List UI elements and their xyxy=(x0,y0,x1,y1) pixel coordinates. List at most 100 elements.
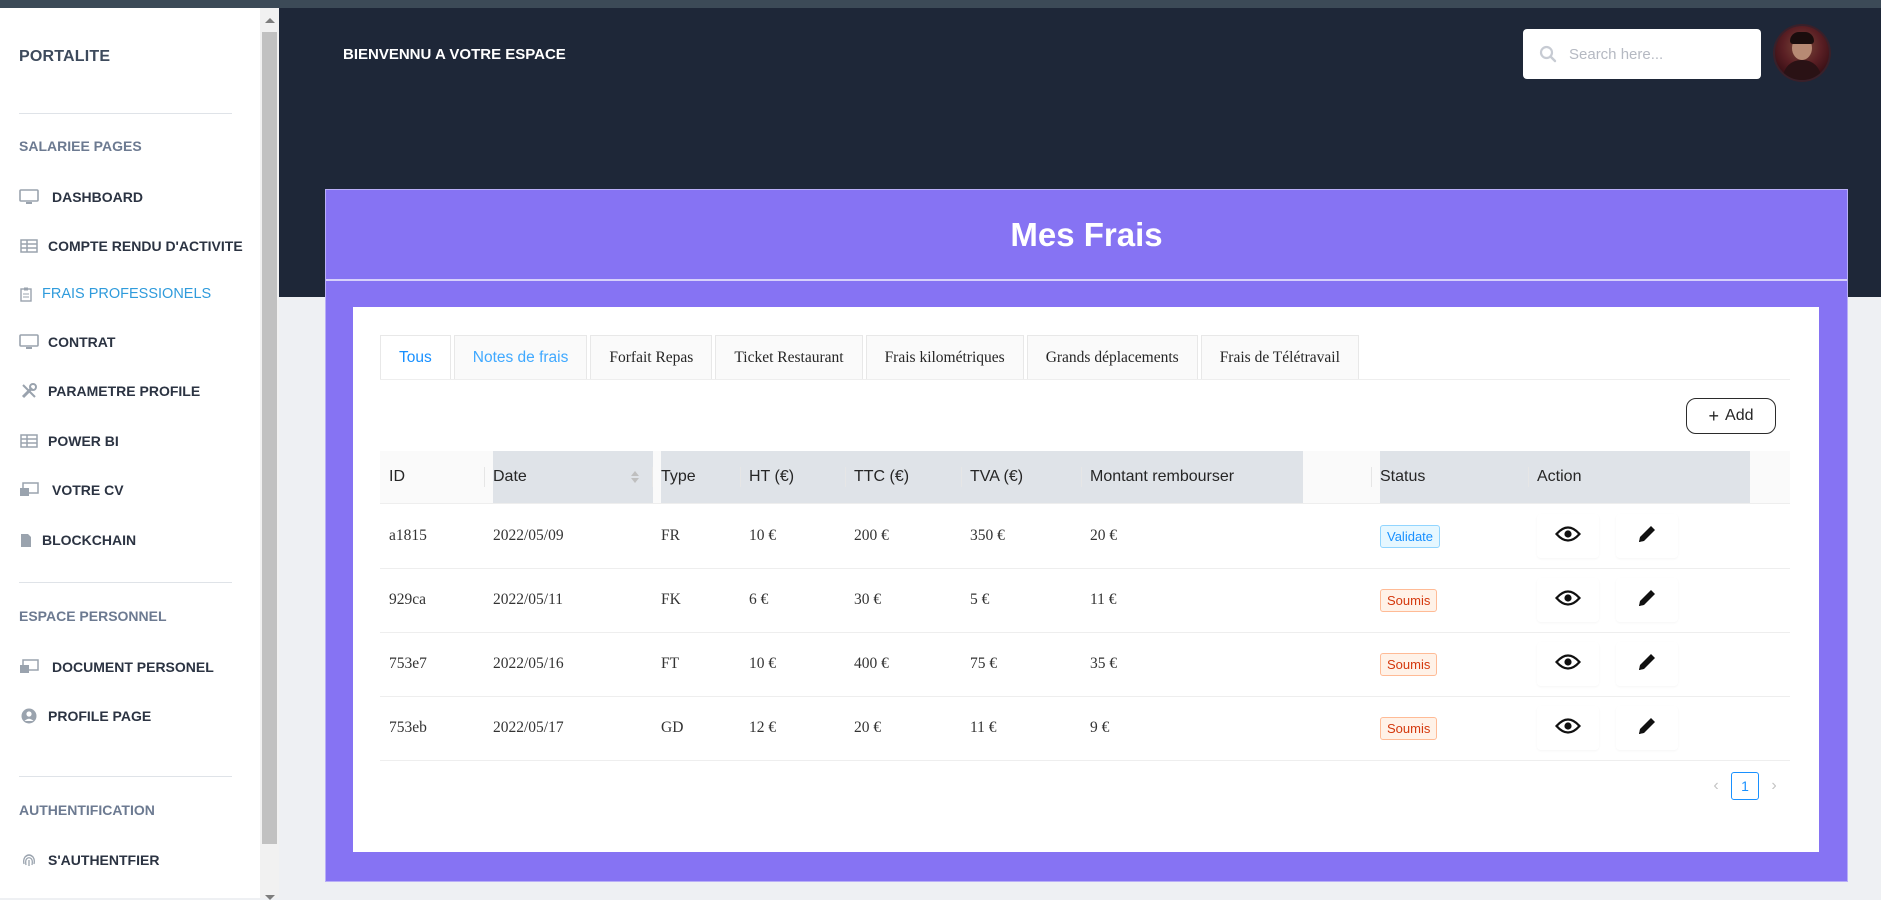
sidebar-item-document-personel[interactable]: DOCUMENT PERSONEL xyxy=(19,655,214,679)
divider xyxy=(19,776,232,777)
sidebar-item-s-authentfier[interactable]: S'AUTHENTFIER xyxy=(19,848,159,872)
sidebar-item-label: VOTRE CV xyxy=(52,482,124,498)
eye-icon xyxy=(1555,525,1581,548)
status-badge: Soumis xyxy=(1380,716,1438,740)
status-badge: Validate xyxy=(1380,524,1441,548)
sidebar-item-compte-rendu[interactable]: COMPTE RENDU D'ACTIVITE xyxy=(19,234,243,258)
cell-tva: 75 € xyxy=(970,655,998,672)
cell-ht: 10 € xyxy=(749,527,777,544)
chevron-right-icon[interactable]: › xyxy=(1763,777,1785,795)
cell-type: GD xyxy=(661,719,684,736)
pencil-icon xyxy=(1636,523,1658,550)
sidebar-item-contrat[interactable]: CONTRAT xyxy=(19,330,115,354)
cell-tva: 350 € xyxy=(970,527,1005,544)
divider xyxy=(19,582,232,583)
frais-card: Mes Frais Tous Notes de frais Forfait Re… xyxy=(325,189,1848,882)
page-title: Mes Frais xyxy=(326,190,1847,281)
sidebar-item-label: CONTRAT xyxy=(48,334,116,350)
cell-montant: 9 € xyxy=(1090,719,1110,736)
cell-date: 2022/05/16 xyxy=(493,655,564,672)
scrollbar-thumb[interactable] xyxy=(262,32,277,844)
cell-type: FK xyxy=(661,591,681,608)
section-title-authentification: AUTHENTIFICATION xyxy=(19,802,155,818)
cell-montant: 20 € xyxy=(1090,527,1118,544)
section-title-salariee: SALARIEE PAGES xyxy=(19,138,142,154)
sidebar-item-label: DASHBOARD xyxy=(52,189,143,205)
sidebar-item-label: PARAMETRE PROFILE xyxy=(48,383,201,399)
cell-tva: 11 € xyxy=(970,719,997,736)
cell-id: a1815 xyxy=(389,527,427,544)
pencil-icon xyxy=(1636,587,1658,614)
edit-button[interactable] xyxy=(1616,642,1678,686)
edit-button[interactable] xyxy=(1616,706,1678,750)
sidebar-scrollbar[interactable] xyxy=(260,8,279,900)
add-button-label: Add xyxy=(1725,407,1754,424)
cell-montant: 35 € xyxy=(1090,655,1118,672)
sidebar-item-profile-page[interactable]: PROFILE PAGE xyxy=(19,704,151,728)
status-badge: Soumis xyxy=(1380,652,1438,676)
sort-icon[interactable] xyxy=(630,469,640,490)
column-header-action: Action xyxy=(1528,451,1750,503)
table-icon xyxy=(19,237,39,255)
scroll-up-arrow-icon[interactable] xyxy=(265,18,275,23)
sidebar-item-power-bi[interactable]: POWER BI xyxy=(19,429,119,453)
tab-ticket-restaurant[interactable]: Ticket Restaurant xyxy=(715,335,863,380)
cell-ttc: 20 € xyxy=(854,719,882,736)
user-avatar[interactable] xyxy=(1775,26,1829,80)
view-button[interactable] xyxy=(1537,706,1599,750)
sidebar-item-label: S'AUTHENTFIER xyxy=(48,852,160,868)
sidebar-item-blockchain[interactable]: BLOCKCHAIN xyxy=(19,528,136,552)
cell-ttc: 30 € xyxy=(854,591,882,608)
sidebar-item-label: PROFILE PAGE xyxy=(48,708,152,724)
cell-ttc: 400 € xyxy=(854,655,889,672)
page-number-current[interactable]: 1 xyxy=(1731,772,1759,800)
add-button[interactable]: + Add xyxy=(1686,398,1776,434)
eye-icon xyxy=(1555,653,1581,676)
column-header-date[interactable]: Date xyxy=(484,451,653,503)
column-header-montant: Montant rembourser xyxy=(1081,451,1303,503)
tab-forfait-repas[interactable]: Forfait Repas xyxy=(590,335,713,380)
edit-button[interactable] xyxy=(1616,514,1678,558)
view-button[interactable] xyxy=(1537,642,1599,686)
eye-icon xyxy=(1555,717,1581,740)
view-button[interactable] xyxy=(1537,514,1599,558)
fingerprint-icon xyxy=(19,851,39,869)
cell-type: FT xyxy=(661,655,680,672)
brand-logo[interactable]: PORTALITE xyxy=(19,48,110,66)
user-circle-icon xyxy=(19,707,39,725)
table-header: ID Date Type HT (€) TTC (€) TVA (€) Mont… xyxy=(380,451,1790,504)
sidebar-item-votre-cv[interactable]: VOTRE CV xyxy=(19,478,124,502)
tab-tous[interactable]: Tous xyxy=(380,335,451,380)
sidebar: PORTALITE SALARIEE PAGES DASHBOARD COMPT… xyxy=(0,8,260,898)
tab-frais-kilometriques[interactable]: Frais kilométriques xyxy=(865,335,1024,380)
cell-ht: 12 € xyxy=(749,719,777,736)
chevron-left-icon[interactable]: ‹ xyxy=(1705,777,1727,795)
pencil-icon xyxy=(1636,715,1658,742)
edit-button[interactable] xyxy=(1616,578,1678,622)
cell-tva: 5 € xyxy=(970,591,990,608)
cell-ht: 6 € xyxy=(749,591,769,608)
search-icon xyxy=(1539,45,1557,63)
search-input[interactable] xyxy=(1567,44,1751,64)
table-row: 753eb 2022/05/17 GD 12 € 20 € 11 € 9 € S… xyxy=(380,696,1790,761)
tabs-underline xyxy=(380,379,1790,380)
sidebar-item-dashboard[interactable]: DASHBOARD xyxy=(19,185,143,209)
window-top-strip xyxy=(0,0,1881,8)
pagination: ‹ 1 › xyxy=(1705,772,1785,800)
tab-frais-de-teletravail[interactable]: Frais de Télétravail xyxy=(1200,335,1359,380)
sidebar-item-parametre-profile[interactable]: PARAMETRE PROFILE xyxy=(19,379,200,403)
cell-id: 753e7 xyxy=(389,655,427,672)
cell-date: 2022/05/17 xyxy=(493,719,564,736)
eye-icon xyxy=(1555,589,1581,612)
cell-id: 753eb xyxy=(389,719,427,736)
tab-grands-deplacements[interactable]: Grands déplacements xyxy=(1026,335,1198,380)
cell-type: FR xyxy=(661,527,680,544)
view-button[interactable] xyxy=(1537,578,1599,622)
sidebar-item-frais-professionels[interactable]: FRAIS PROFESSIONELS xyxy=(19,282,211,306)
tab-notes-de-frais[interactable]: Notes de frais xyxy=(453,335,588,380)
cell-date: 2022/05/09 xyxy=(493,527,564,544)
tools-icon xyxy=(19,382,39,400)
file-icon xyxy=(19,531,33,549)
search-box[interactable] xyxy=(1523,29,1761,79)
table-icon xyxy=(19,432,39,450)
